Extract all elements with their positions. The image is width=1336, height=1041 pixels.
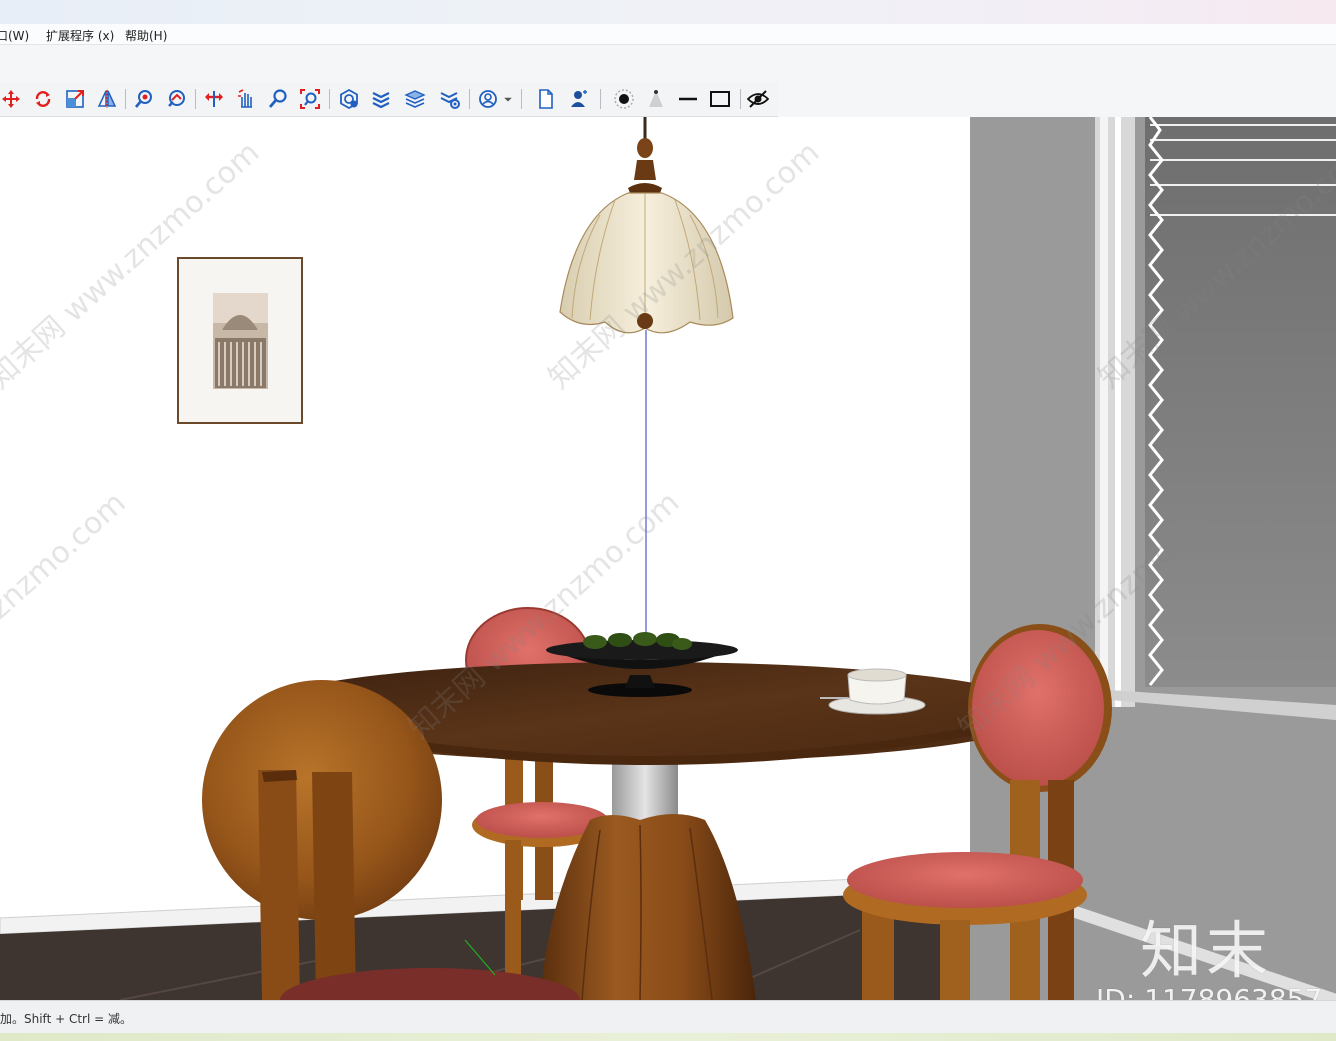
scene-render: 知末网 www.znzmo.com 知末网 www.znzmo.com 知末网 … <box>0 117 1336 1000</box>
flip-icon[interactable] <box>94 86 120 112</box>
move-icon[interactable] <box>0 86 24 112</box>
status-bar: 加。Shift + Ctrl = 减。 <box>0 1000 1336 1041</box>
hand-icon[interactable] <box>233 86 259 112</box>
main-toolbar <box>0 82 778 117</box>
fog-icon[interactable] <box>643 86 669 112</box>
zoom-window-icon[interactable] <box>131 86 157 112</box>
user-menu-icon[interactable] <box>475 86 501 112</box>
brand-logo: 知末 <box>1140 914 1273 987</box>
wall-picture <box>177 257 303 424</box>
line-icon[interactable] <box>675 86 701 112</box>
3d-viewport[interactable]: 知末网 www.znzmo.com 知末网 www.znzmo.com 知末网 … <box>0 117 1336 1000</box>
menu-extensions[interactable]: 扩展程序 (x) <box>46 27 114 44</box>
layers-icon[interactable] <box>368 86 394 112</box>
styles-icon[interactable] <box>402 86 428 112</box>
menu-help[interactable]: 帮助(H) <box>125 27 167 44</box>
component-icon[interactable] <box>336 86 362 112</box>
chevron-down-icon[interactable] <box>500 86 516 112</box>
orbit-icon[interactable] <box>163 86 189 112</box>
shadow-icon[interactable] <box>611 86 637 112</box>
scenes-icon[interactable] <box>437 86 463 112</box>
zoom-icon[interactable] <box>265 86 291 112</box>
pan-icon[interactable] <box>201 86 227 112</box>
zoom-extents-icon[interactable] <box>297 86 323 112</box>
rectangle-icon[interactable] <box>707 86 733 112</box>
menu-bar: 口(W) 扩展程序 (x) 帮助(H) <box>0 24 1336 45</box>
new-page-icon[interactable] <box>533 86 559 112</box>
status-hint: 加。Shift + Ctrl = 减。 <box>0 1012 132 1026</box>
person-add-icon[interactable] <box>566 86 592 112</box>
rotate-icon[interactable] <box>30 86 56 112</box>
scale-icon[interactable] <box>62 86 88 112</box>
menu-window[interactable]: 口(W) <box>0 27 29 44</box>
hide-icon[interactable] <box>745 86 771 112</box>
title-bar <box>0 0 1336 24</box>
